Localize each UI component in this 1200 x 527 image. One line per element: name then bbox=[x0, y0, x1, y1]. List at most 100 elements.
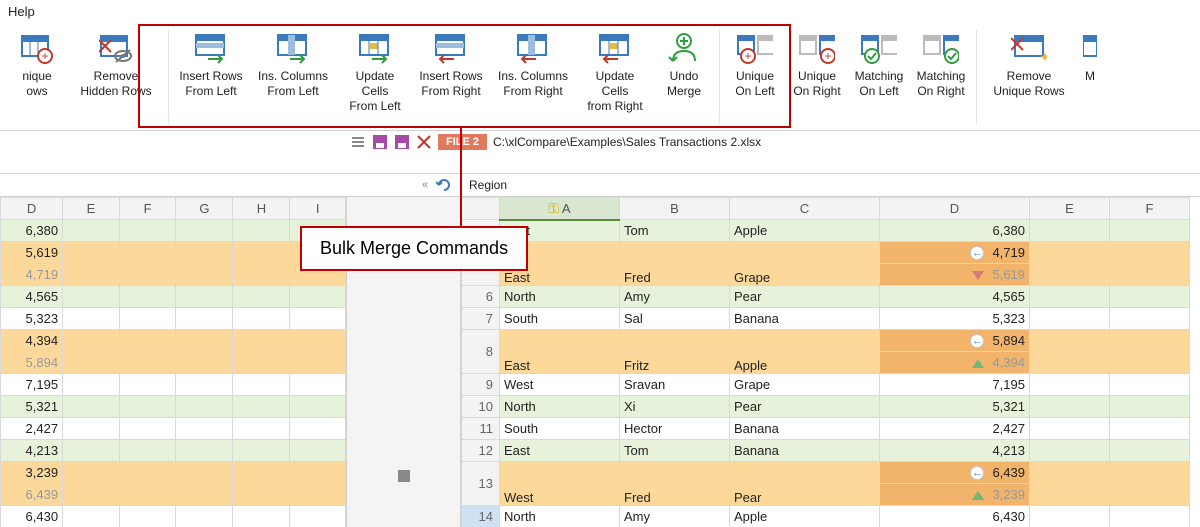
cell[interactable]: Banana bbox=[730, 418, 880, 440]
col-header[interactable]: H bbox=[233, 198, 290, 220]
cell[interactable]: 4,719 bbox=[1, 264, 63, 286]
cell[interactable]: Apple bbox=[730, 506, 880, 527]
cell[interactable]: Pear bbox=[730, 462, 880, 506]
cell[interactable]: Grape bbox=[730, 242, 880, 286]
cell[interactable]: 4,213 bbox=[1, 440, 63, 462]
row-number[interactable]: 13 bbox=[462, 462, 500, 506]
cell[interactable]: 7,195 bbox=[1, 374, 63, 396]
cell[interactable]: East bbox=[500, 440, 620, 462]
cell[interactable]: Banana bbox=[730, 308, 880, 330]
ins-columns-from-left-button[interactable]: Ins. Columns From Left bbox=[251, 29, 335, 101]
cell[interactable]: 4,565 bbox=[880, 286, 1030, 308]
remove-unique-rows-button[interactable]: ✦ Remove Unique Rows bbox=[983, 29, 1075, 101]
cell[interactable]: Apple bbox=[730, 220, 880, 242]
remove-hidden-rows-button[interactable]: Remove Hidden Rows bbox=[70, 29, 162, 101]
update-cells-from-left-button[interactable]: Update Cells From Left bbox=[339, 29, 411, 116]
diff-arrow-icon[interactable]: ← bbox=[970, 466, 984, 480]
cell[interactable]: 2,427 bbox=[880, 418, 1030, 440]
col-header[interactable]: D bbox=[1, 198, 63, 220]
cell[interactable]: Amy bbox=[620, 286, 730, 308]
col-header[interactable]: B bbox=[620, 198, 730, 220]
cell[interactable]: Tom bbox=[620, 440, 730, 462]
ins-columns-from-right-button[interactable]: Ins. Columns From Right bbox=[491, 29, 575, 101]
insert-rows-from-left-button[interactable]: Insert Rows From Left bbox=[175, 29, 247, 101]
undo-merge-button[interactable]: Undo Merge bbox=[655, 29, 713, 101]
row-number[interactable]: 12 bbox=[462, 440, 500, 462]
right-grid[interactable]: ⚿ ABCDEF4EastTomApple6,3805EastFredGrape… bbox=[461, 197, 1200, 527]
diff-arrow-icon[interactable]: ← bbox=[970, 246, 984, 260]
cell[interactable]: 5,894 bbox=[1, 352, 63, 374]
remove-unique-rows-button-cut[interactable]: + nique ows bbox=[8, 29, 66, 101]
cell[interactable]: 4,565 bbox=[1, 286, 63, 308]
cell[interactable]: North bbox=[500, 396, 620, 418]
cell[interactable]: Xi bbox=[620, 396, 730, 418]
row-number[interactable]: 9 bbox=[462, 374, 500, 396]
diff-arrow-icon[interactable]: ← bbox=[970, 334, 984, 348]
left-grid[interactable]: DEFGHI6,3805,6194,7194,5655,3234,3945,89… bbox=[0, 197, 346, 527]
matching-on-left-button[interactable]: Matching On Left bbox=[850, 29, 908, 101]
col-header[interactable]: F bbox=[1110, 198, 1190, 220]
cell[interactable]: Fritz bbox=[620, 330, 730, 374]
cell[interactable]: 6,439 bbox=[1, 484, 63, 506]
col-header[interactable]: C bbox=[730, 198, 880, 220]
refresh-icon[interactable] bbox=[436, 177, 452, 193]
insert-rows-from-right-button[interactable]: Insert Rows From Right bbox=[415, 29, 487, 101]
row-number[interactable]: 10 bbox=[462, 396, 500, 418]
cell[interactable]: Pear bbox=[730, 286, 880, 308]
cell[interactable]: South bbox=[500, 418, 620, 440]
row-number[interactable]: 11 bbox=[462, 418, 500, 440]
cell[interactable]: ←4,719 bbox=[880, 242, 1030, 264]
cell[interactable]: West bbox=[500, 462, 620, 506]
col-header[interactable]: I bbox=[290, 198, 346, 220]
cell[interactable]: 7,195 bbox=[880, 374, 1030, 396]
cell[interactable]: Sravan bbox=[620, 374, 730, 396]
menu-help[interactable]: Help bbox=[8, 4, 35, 19]
save2-icon[interactable] bbox=[394, 134, 410, 150]
cell[interactable]: Banana bbox=[730, 440, 880, 462]
cell[interactable]: 5,321 bbox=[1, 396, 63, 418]
col-header[interactable]: E bbox=[1030, 198, 1110, 220]
cell[interactable]: 5,619 bbox=[880, 264, 1030, 286]
cell[interactable]: 6,430 bbox=[880, 506, 1030, 527]
cell[interactable]: 4,394 bbox=[880, 352, 1030, 374]
row-number[interactable]: 7 bbox=[462, 308, 500, 330]
cell[interactable]: 5,321 bbox=[880, 396, 1030, 418]
col-header[interactable]: E bbox=[63, 198, 120, 220]
m-button-cut[interactable]: M bbox=[1079, 29, 1101, 86]
cell[interactable]: West bbox=[500, 374, 620, 396]
cell[interactable]: North bbox=[500, 286, 620, 308]
unique-on-left-button[interactable]: + Unique On Left bbox=[726, 29, 784, 101]
cell[interactable]: South bbox=[500, 308, 620, 330]
cell[interactable]: 5,323 bbox=[880, 308, 1030, 330]
unique-on-right-button[interactable]: + Unique On Right bbox=[788, 29, 846, 101]
cell[interactable]: North bbox=[500, 506, 620, 527]
cell[interactable]: 2,427 bbox=[1, 418, 63, 440]
col-header[interactable]: ⚿ A bbox=[500, 198, 620, 220]
row-number[interactable]: 8 bbox=[462, 330, 500, 374]
matching-on-right-button[interactable]: Matching On Right bbox=[912, 29, 970, 101]
cell[interactable]: Fred bbox=[620, 462, 730, 506]
col-header[interactable]: D bbox=[880, 198, 1030, 220]
cell[interactable]: Amy bbox=[620, 506, 730, 527]
cell[interactable]: Sal bbox=[620, 308, 730, 330]
save-icon[interactable] bbox=[372, 134, 388, 150]
cell[interactable]: 4,213 bbox=[880, 440, 1030, 462]
cell[interactable]: 4,394 bbox=[1, 330, 63, 352]
cell[interactable]: 6,380 bbox=[880, 220, 1030, 242]
cell[interactable]: 6,380 bbox=[1, 220, 63, 242]
cell[interactable]: Apple bbox=[730, 330, 880, 374]
cell[interactable]: ←5,894 bbox=[880, 330, 1030, 352]
cell[interactable]: 3,239 bbox=[880, 484, 1030, 506]
cell[interactable]: Fred bbox=[620, 242, 730, 286]
cell[interactable]: Grape bbox=[730, 374, 880, 396]
options-icon[interactable] bbox=[350, 134, 366, 150]
formula-value[interactable]: Region bbox=[469, 178, 507, 192]
cell[interactable]: East bbox=[500, 330, 620, 374]
col-header[interactable]: F bbox=[119, 198, 176, 220]
cell[interactable]: 5,323 bbox=[1, 308, 63, 330]
cell[interactable]: 3,239 bbox=[1, 462, 63, 484]
cell[interactable]: ←6,439 bbox=[880, 462, 1030, 484]
cell[interactable]: 5,619 bbox=[1, 242, 63, 264]
close-file-icon[interactable] bbox=[416, 134, 432, 150]
update-cells-from-right-button[interactable]: Update Cells from Right bbox=[579, 29, 651, 116]
